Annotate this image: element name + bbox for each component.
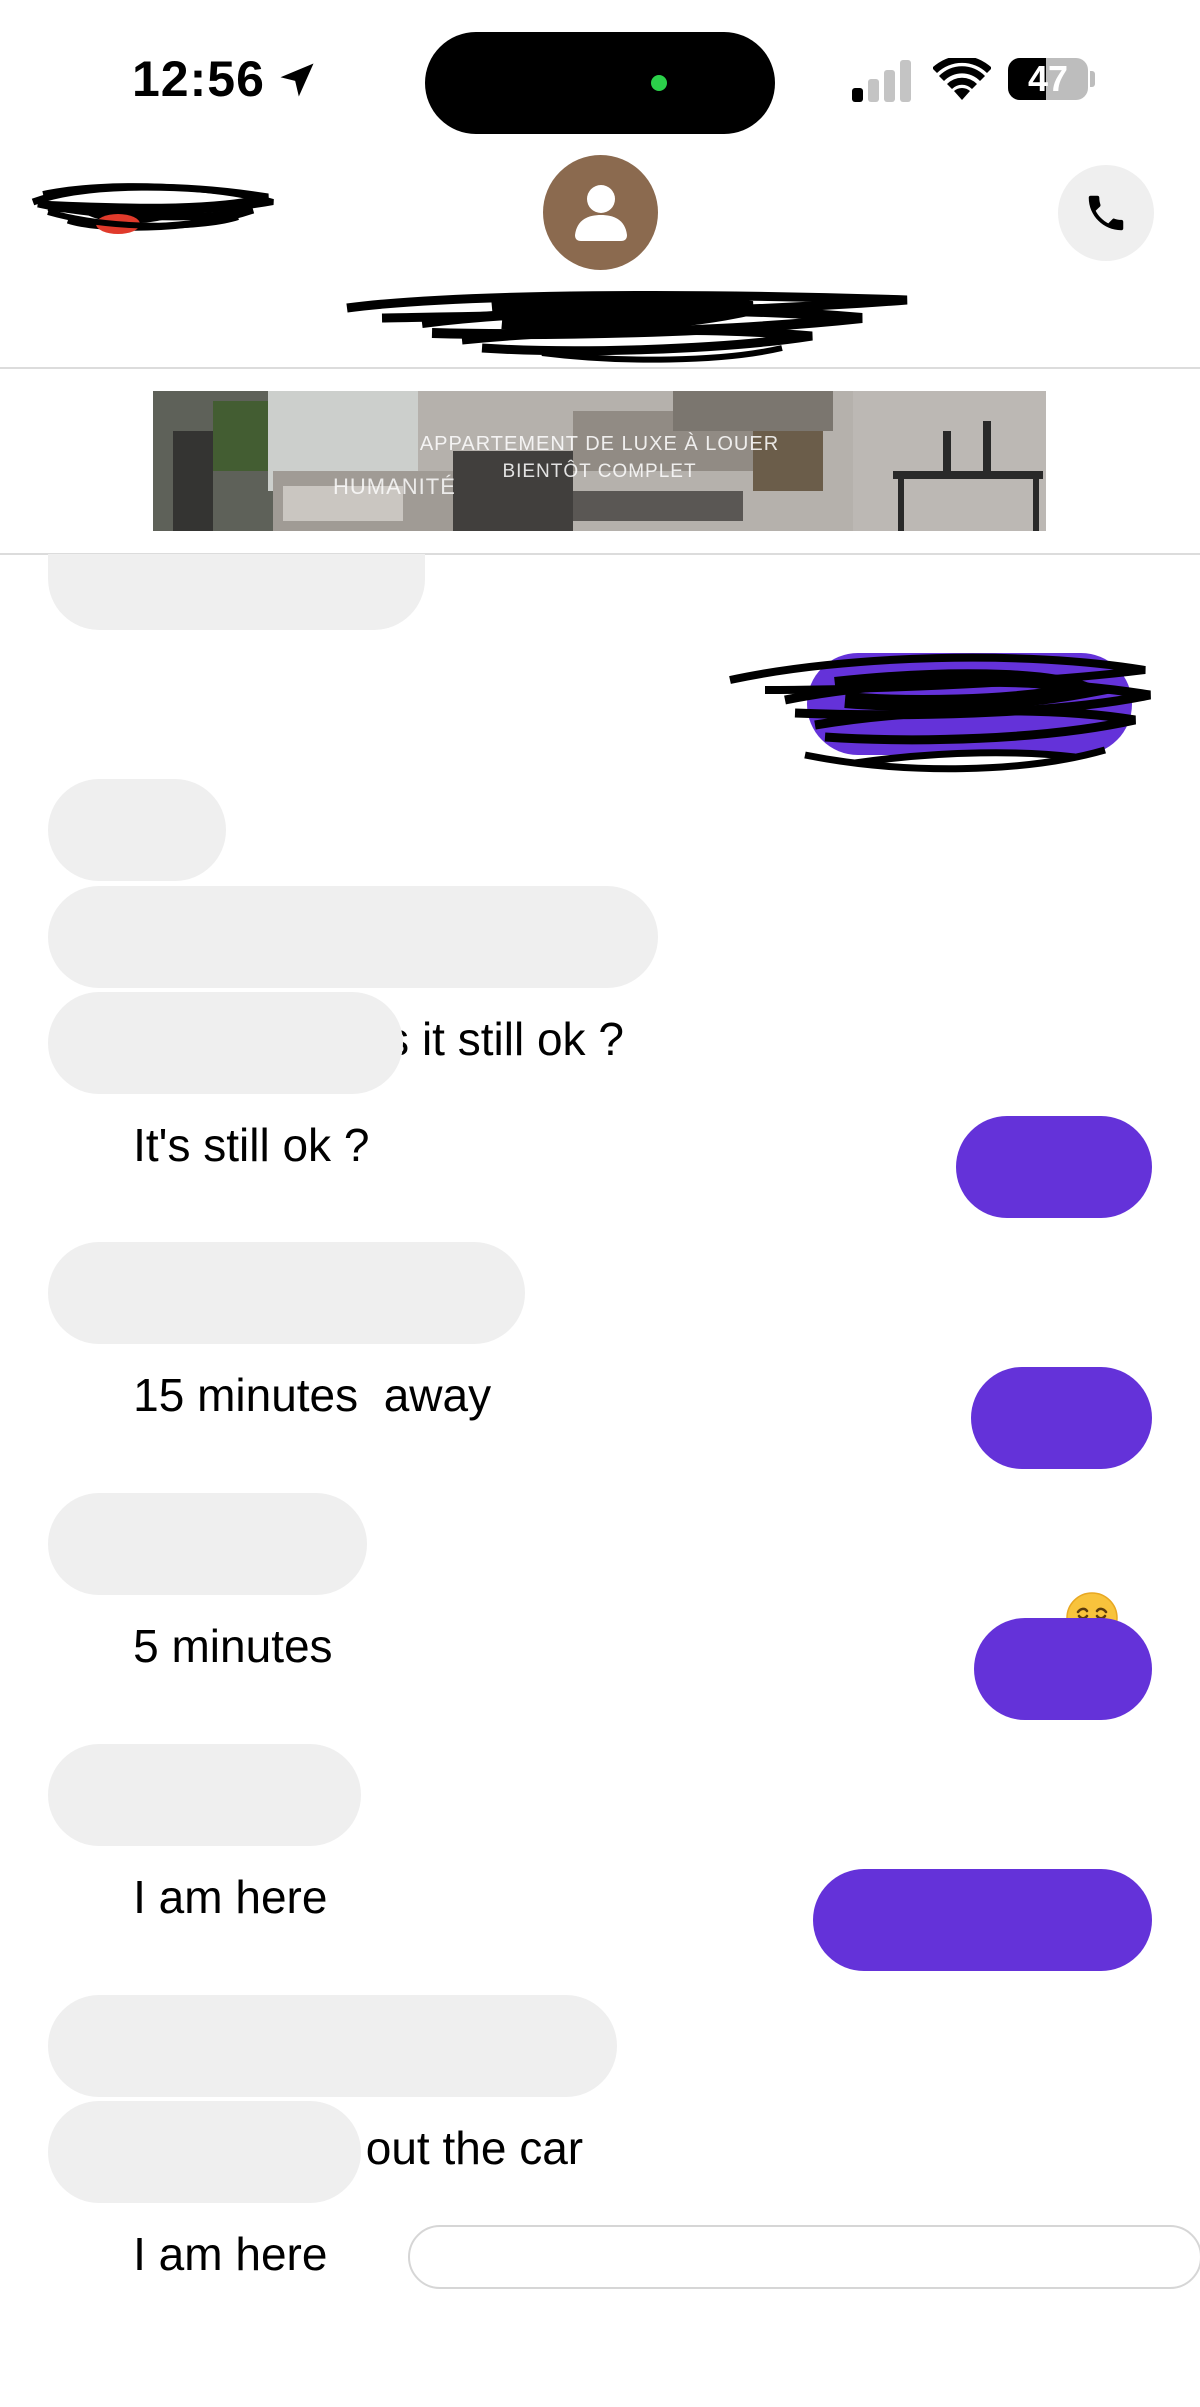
message-bubble-incoming[interactable]: It's still ok ? — [48, 992, 404, 1171]
message-bubble-incoming[interactable]: I am here — [48, 2101, 362, 2280]
message-bubble-incoming[interactable]: Send adress — [48, 554, 426, 630]
message-text: Ok — [1056, 1494, 1115, 1546]
message-bubble-incoming[interactable]: On my way is it still ok ? — [48, 886, 658, 1065]
message-bubble-outgoing-redacted[interactable] — [725, 645, 1157, 785]
message-bubble-outgoing[interactable]: Ok coming — [813, 1869, 1152, 2048]
message-bubble-incoming[interactable]: 15 minutes away — [48, 1242, 526, 1421]
message-text: Send adress — [133, 655, 392, 707]
message-composer[interactable] — [408, 2225, 1200, 2289]
message-bubble-outgoing[interactable]: Ok — [974, 1618, 1152, 1797]
message-bubble-incoming[interactable]: Ok — [48, 779, 226, 958]
message-text: I am here — [133, 2228, 328, 2280]
message-text: Ok coming — [898, 1996, 1118, 2048]
message-text: It's still ok ? — [133, 1119, 370, 1171]
message-bubble-outgoing[interactable]: Ok — [970, 1367, 1152, 1644]
message-bubble-incoming[interactable]: I am here — [48, 1744, 362, 1923]
message-text: 15 minutes away — [133, 1369, 492, 1421]
message-text: I am here — [133, 1871, 328, 1923]
message-bubble-incoming[interactable]: Ok coming out the car — [48, 1995, 618, 2174]
message-text: Ok — [1059, 1745, 1118, 1797]
message-bubble-outgoing[interactable]: Yea — [956, 1116, 1152, 1295]
message-bubble-incoming[interactable]: 5 minutes — [48, 1493, 367, 1672]
message-text: Yea — [1040, 1243, 1118, 1295]
message-text: 5 minutes — [133, 1620, 333, 1672]
message-thread[interactable]: Send adress Ok On my way is it still ok … — [0, 0, 1200, 2280]
